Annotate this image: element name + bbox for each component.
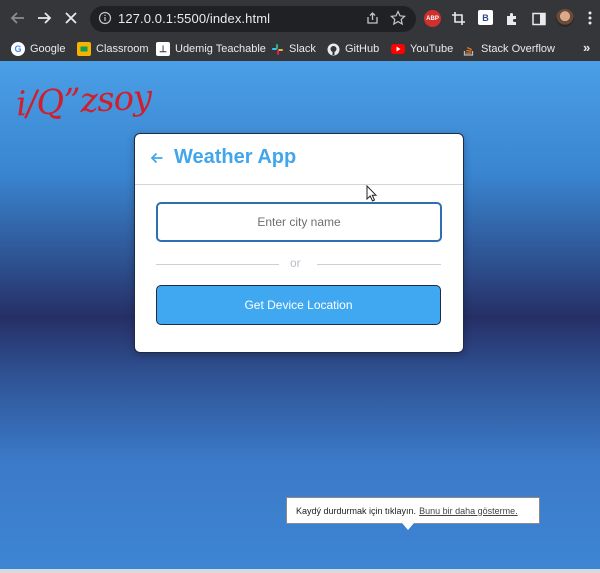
- bookmark-udemig-teachable[interactable]: ⊥ Udemig Teachable: [156, 41, 266, 57]
- arrow-left-icon[interactable]: [150, 151, 164, 165]
- extensions-button[interactable]: [504, 10, 521, 27]
- classroom-icon: [77, 42, 91, 56]
- bookmark-label: GitHub: [345, 43, 380, 55]
- profile-avatar[interactable]: [556, 9, 574, 27]
- separator-or: or: [290, 256, 301, 270]
- page-viewport: i/Q”zsoy Weather App or Get Device Locat…: [0, 61, 600, 573]
- browser-toolbar: 127.0.0.1:5500/index.html ABP B: [0, 0, 600, 37]
- close-icon: [65, 12, 77, 24]
- address-bar[interactable]: 127.0.0.1:5500/index.html: [90, 6, 416, 32]
- bookmark-slack[interactable]: Slack: [270, 41, 316, 57]
- side-panel-icon: [531, 12, 546, 25]
- puzzle-icon: [507, 13, 516, 25]
- bookmark-github[interactable]: GitHub: [326, 41, 379, 57]
- page-title: Weather App: [174, 146, 297, 168]
- bookmark-google[interactable]: G Google: [11, 41, 65, 57]
- forward-button[interactable]: [32, 6, 56, 30]
- browser-menu-button[interactable]: [578, 6, 600, 30]
- star-icon[interactable]: [390, 10, 406, 26]
- bookmark-label: Udemig Teachable: [175, 43, 266, 55]
- weather-card: Weather App or Get Device Location: [134, 133, 464, 353]
- mouse-cursor-icon: [366, 185, 378, 202]
- slack-icon: [270, 42, 284, 56]
- bookmark-classroom[interactable]: Classroom: [77, 41, 149, 57]
- bitwarden-extension-icon[interactable]: B: [478, 10, 493, 25]
- share-icon[interactable]: [365, 11, 380, 26]
- stackoverflow-icon: [462, 42, 476, 56]
- google-icon: G: [11, 42, 25, 56]
- city-search-input[interactable]: [156, 202, 442, 242]
- more-bookmarks-button[interactable]: »: [583, 40, 590, 55]
- udemy-icon: ⊥: [156, 42, 170, 56]
- tooltip-arrow: [402, 523, 414, 530]
- kebab-menu-icon: [588, 11, 592, 25]
- bookmark-label: Stack Overflow: [481, 43, 555, 55]
- crop-icon: [452, 12, 465, 25]
- youtube-icon: [391, 42, 405, 56]
- back-button[interactable]: [6, 6, 30, 30]
- logo-signature: i/Q”zsoy: [15, 77, 153, 125]
- bookmark-label: Google: [30, 43, 66, 55]
- recording-tooltip[interactable]: Kaydý durdurmak için tıklayın. Bunu bir …: [286, 497, 540, 524]
- crop-extension-icon[interactable]: [450, 10, 467, 27]
- bookmark-youtube[interactable]: YouTube: [391, 41, 453, 57]
- tooltip-text: Kaydý durdurmak için tıklayın.: [296, 505, 417, 516]
- stop-loading-button[interactable]: [59, 6, 83, 30]
- bookmarks-bar: G Google Classroom ⊥ Udemig Teachable Sl…: [0, 37, 600, 61]
- get-device-location-button[interactable]: Get Device Location: [156, 285, 441, 325]
- github-icon: [326, 42, 340, 56]
- bookmark-label: Slack: [289, 43, 316, 55]
- bookmark-stack-overflow[interactable]: Stack Overflow: [462, 41, 555, 57]
- separator-line: [317, 264, 441, 265]
- adblock-plus-icon[interactable]: ABP: [424, 10, 441, 27]
- card-header: Weather App: [135, 134, 463, 185]
- bookmark-label: Classroom: [96, 43, 149, 55]
- url-text[interactable]: 127.0.0.1:5500/index.html: [118, 11, 270, 26]
- tooltip-dismiss-link[interactable]: Bunu bir daha gösterme.: [419, 506, 518, 516]
- arrow-right-icon: [38, 12, 52, 24]
- info-icon[interactable]: [98, 11, 112, 25]
- side-panel-button[interactable]: [530, 10, 547, 27]
- bookmark-label: YouTube: [410, 43, 454, 55]
- separator-line: [156, 264, 279, 265]
- arrow-left-icon: [10, 12, 24, 24]
